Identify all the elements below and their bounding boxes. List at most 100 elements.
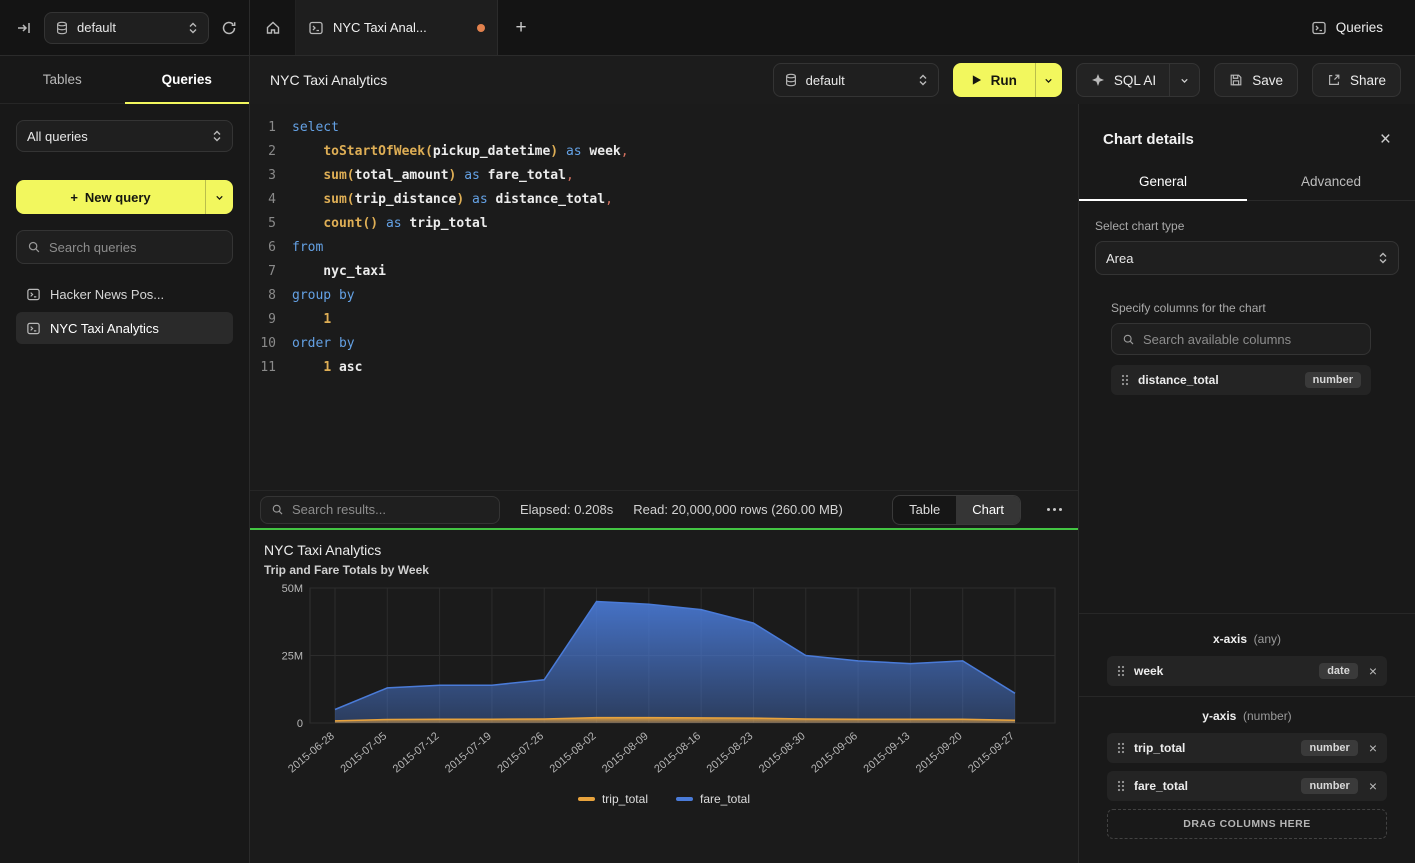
legend-label: fare_total <box>700 792 750 806</box>
chart-type-value: Area <box>1106 251 1370 266</box>
query-filter-value: All queries <box>27 129 204 144</box>
code-line[interactable]: 4 sum(trip_distance) as distance_total, <box>250 188 1078 212</box>
results-search[interactable] <box>260 496 500 524</box>
x-tick-label: 2015-09-27 <box>966 730 1017 775</box>
remove-column-icon[interactable]: × <box>1369 664 1377 678</box>
column-row-distance_total[interactable]: distance_totalnumber <box>1111 365 1371 395</box>
column-type-badge: number <box>1305 372 1361 388</box>
share-button[interactable]: Share <box>1312 63 1401 97</box>
chevron-updown-icon <box>918 73 928 87</box>
line-number: 7 <box>250 260 284 284</box>
code-line[interactable]: 9 1 <box>250 308 1078 332</box>
column-row-trip_total[interactable]: trip_totalnumber× <box>1107 733 1387 763</box>
close-icon[interactable]: × <box>1380 130 1391 149</box>
save-button[interactable]: Save <box>1214 63 1298 97</box>
database-selector[interactable]: default <box>44 12 209 44</box>
x-tick-label: 2015-09-20 <box>914 730 965 775</box>
y-tick-label: 0 <box>297 718 303 730</box>
line-number: 10 <box>250 332 284 356</box>
drag-handle-icon[interactable] <box>1117 665 1125 677</box>
new-query-main[interactable]: + New query <box>16 180 205 214</box>
tab-advanced[interactable]: Advanced <box>1247 163 1415 200</box>
elapsed-text: Elapsed: 0.208s <box>520 502 613 517</box>
columns-label: Specify columns for the chart <box>1111 301 1371 315</box>
details-title: Chart details <box>1103 131 1380 148</box>
sidebar-tab-tables[interactable]: Tables <box>0 56 125 103</box>
query-item-label: NYC Taxi Analytics <box>50 321 159 336</box>
queries-button[interactable]: Queries <box>1299 12 1395 44</box>
refresh-icon[interactable] <box>221 20 237 36</box>
code-line[interactable]: 6from <box>250 236 1078 260</box>
run-database-selector[interactable]: default <box>773 63 939 97</box>
drag-handle-icon[interactable] <box>1121 374 1129 386</box>
view-table-button[interactable]: Table <box>893 496 956 524</box>
sidebar-tab-queries[interactable]: Queries <box>125 56 250 103</box>
tab-general[interactable]: General <box>1079 163 1247 200</box>
drag-handle-icon[interactable] <box>1117 780 1125 792</box>
topbar: default NYC Taxi Anal... <box>0 0 1415 56</box>
legend-swatch <box>578 797 595 801</box>
column-name: trip_total <box>1134 741 1185 755</box>
sql-ai-caret[interactable] <box>1169 64 1199 96</box>
x-axis-heading: x-axis (any) <box>1095 632 1399 646</box>
line-number: 8 <box>250 284 284 308</box>
view-chart-button[interactable]: Chart <box>956 496 1020 524</box>
x-tick-label: 2015-07-26 <box>495 730 546 775</box>
query-file-icon <box>26 287 41 302</box>
legend-label: trip_total <box>602 792 648 806</box>
collapse-sidebar-icon[interactable] <box>16 20 32 36</box>
sql-ai-button[interactable]: SQL AI <box>1076 63 1200 97</box>
new-query-caret[interactable] <box>205 180 233 214</box>
code-line[interactable]: 10order by <box>250 332 1078 356</box>
run-button-caret[interactable] <box>1035 63 1062 97</box>
x-tick-label: 2015-08-02 <box>548 730 599 775</box>
results-search-input[interactable] <box>292 502 489 517</box>
tab-nyc-taxi-analytics[interactable]: NYC Taxi Anal... <box>296 0 498 55</box>
code-line[interactable]: 11 1 asc <box>250 356 1078 380</box>
remove-column-icon[interactable]: × <box>1369 779 1377 793</box>
query-list-item[interactable]: NYC Taxi Analytics <box>16 312 233 344</box>
query-search-input[interactable] <box>49 240 222 255</box>
x-tick-label: 2015-09-13 <box>861 730 912 775</box>
line-number: 2 <box>250 140 284 164</box>
run-button-main[interactable]: Run <box>953 63 1035 97</box>
query-filter-select[interactable]: All queries <box>16 120 233 152</box>
line-number: 5 <box>250 212 284 236</box>
query-search[interactable] <box>16 230 233 264</box>
legend-item[interactable]: fare_total <box>676 792 750 806</box>
column-row-fare_total[interactable]: fare_totalnumber× <box>1107 771 1387 801</box>
run-database-value: default <box>806 73 910 88</box>
chart-type-select[interactable]: Area <box>1095 241 1399 275</box>
new-query-button[interactable]: + New query <box>16 180 233 214</box>
database-icon <box>784 73 798 87</box>
legend-item[interactable]: trip_total <box>578 792 648 806</box>
code-line[interactable]: 7 nyc_taxi <box>250 260 1078 284</box>
code-line[interactable]: 1select <box>250 116 1078 140</box>
column-row-week[interactable]: weekdate× <box>1107 656 1387 686</box>
new-query-label: New query <box>85 190 151 205</box>
tab-home[interactable] <box>250 0 296 55</box>
query-list-item[interactable]: Hacker News Pos... <box>16 278 233 310</box>
sql-editor[interactable]: 1select2 toStartOfWeek(pickup_datetime) … <box>250 104 1078 490</box>
code-line[interactable]: 2 toStartOfWeek(pickup_datetime) as week… <box>250 140 1078 164</box>
columns-search-input[interactable] <box>1143 332 1360 347</box>
drag-columns-drop-zone[interactable]: DRAG COLUMNS HERE <box>1107 809 1387 839</box>
axis-divider <box>1079 696 1415 697</box>
chevron-updown-icon <box>212 129 222 143</box>
chart-plot-area[interactable]: 025M50M2015-06-282015-07-052015-07-12201… <box>264 583 1064 786</box>
new-tab-button[interactable]: + <box>498 0 544 55</box>
rows-read-text: Read: 20,000,000 rows (260.00 MB) <box>633 502 843 517</box>
more-options-icon[interactable] <box>1041 502 1068 517</box>
save-icon <box>1229 73 1243 87</box>
code-line[interactable]: 8group by <box>250 284 1078 308</box>
run-button[interactable]: Run <box>953 63 1062 97</box>
x-tick-label: 2015-08-23 <box>705 730 756 775</box>
drag-handle-icon[interactable] <box>1117 742 1125 754</box>
code-line[interactable]: 5 count() as trip_total <box>250 212 1078 236</box>
details-tabs: General Advanced <box>1079 163 1415 201</box>
column-type-badge: date <box>1319 663 1358 679</box>
columns-search[interactable] <box>1111 323 1371 355</box>
code-line[interactable]: 3 sum(total_amount) as fare_total, <box>250 164 1078 188</box>
remove-column-icon[interactable]: × <box>1369 741 1377 755</box>
play-icon <box>971 74 982 86</box>
